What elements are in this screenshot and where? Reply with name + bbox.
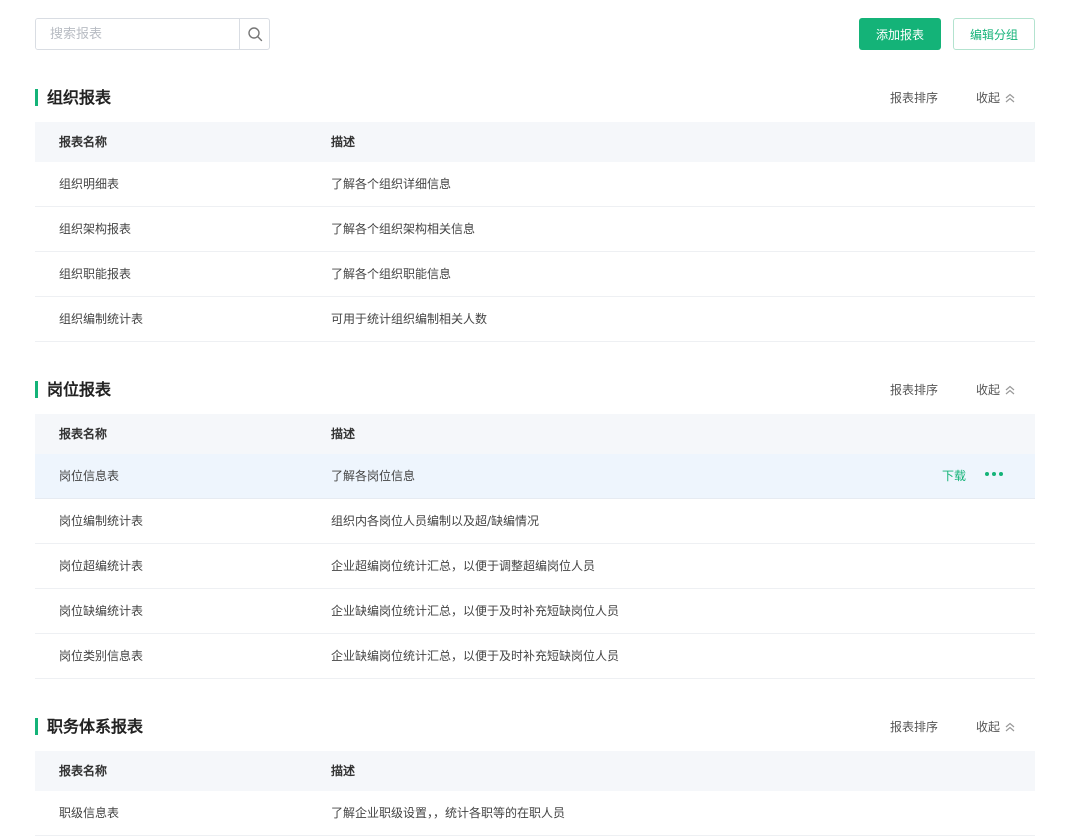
add-report-button[interactable]: 添加报表 <box>859 18 941 50</box>
report-description: 企业超编岗位统计汇总，以便于调整超编岗位人员 <box>331 559 596 573</box>
section-title: 职务体系报表 <box>47 717 144 736</box>
report-table: 报表名称 描述 组织明细表 了解各个组织详细信息 组织架构报表 了解各个组织架构… <box>35 122 1035 342</box>
section-header: 职务体系报表 报表排序 收起 <box>35 715 1035 739</box>
column-header-name: 报表名称 <box>59 427 108 441</box>
table-row-hovered[interactable]: 岗位信息表 了解各岗位信息 下载 <box>35 454 1035 499</box>
download-link[interactable]: 下载 <box>942 454 966 498</box>
report-description: 了解各个组织详细信息 <box>331 177 452 191</box>
section-accent-bar <box>35 381 38 398</box>
table-row[interactable]: 组织编制统计表 可用于统计组织编制相关人数 <box>35 297 1035 342</box>
report-sort-button[interactable]: 报表排序 <box>890 86 938 110</box>
report-name: 岗位缺编统计表 <box>59 604 144 618</box>
table-row[interactable]: 岗位缺编统计表 企业缺编岗位统计汇总，以便于及时补充短缺岗位人员 <box>35 589 1035 634</box>
report-description: 了解各个组织职能信息 <box>331 267 452 281</box>
report-name: 岗位信息表 <box>59 469 120 483</box>
section-accent-bar <box>35 718 38 735</box>
table-row[interactable]: 岗位超编统计表 企业超编岗位统计汇总，以便于调整超编岗位人员 <box>35 544 1035 589</box>
collapse-button[interactable]: 收起 <box>976 378 1016 402</box>
search-box <box>35 18 270 50</box>
report-description: 企业缺编岗位统计汇总，以便于及时补充短缺岗位人员 <box>331 649 620 663</box>
collapse-label: 收起 <box>976 91 1001 105</box>
toolbar: 添加报表 编辑分组 <box>35 18 1035 50</box>
collapse-label: 收起 <box>976 720 1001 734</box>
search-input[interactable] <box>36 19 240 49</box>
table-row[interactable]: 岗位类别信息表 企业缺编岗位统计汇总，以便于及时补充短缺岗位人员 <box>35 634 1035 679</box>
table-row[interactable]: 职级信息表 了解企业职级设置，，统计各职等的在职人员 <box>35 791 1035 836</box>
more-dots-icon[interactable] <box>985 472 1003 476</box>
search-button[interactable] <box>239 19 269 49</box>
section-title: 组织报表 <box>47 88 112 107</box>
report-description: 了解各个组织架构相关信息 <box>331 222 476 236</box>
section-header: 组织报表 报表排序 收起 <box>35 86 1035 110</box>
chevron-double-up-icon <box>1005 385 1015 395</box>
report-name: 组织架构报表 <box>59 222 132 236</box>
table-row[interactable]: 组织职能报表 了解各个组织职能信息 <box>35 252 1035 297</box>
table-header: 报表名称 描述 <box>35 414 1035 454</box>
section-job-system-reports: 职务体系报表 报表排序 收起 报表名称 描述 职级信息表 了解企业职级设置，，统… <box>35 715 1035 836</box>
section-header: 岗位报表 报表排序 收起 <box>35 378 1035 402</box>
report-description: 了解各岗位信息 <box>331 469 416 483</box>
report-table: 报表名称 描述 职级信息表 了解企业职级设置，，统计各职等的在职人员 <box>35 751 1035 836</box>
collapse-button[interactable]: 收起 <box>976 86 1016 110</box>
report-sort-button[interactable]: 报表排序 <box>890 378 938 402</box>
report-name: 岗位类别信息表 <box>59 649 144 663</box>
section-org-reports: 组织报表 报表排序 收起 报表名称 描述 组织明细表 了解各个组织详细信息 组织… <box>35 86 1035 342</box>
report-name: 岗位编制统计表 <box>59 514 144 528</box>
column-header-description: 描述 <box>331 135 356 149</box>
table-header: 报表名称 描述 <box>35 751 1035 791</box>
report-description: 组织内各岗位人员编制以及超/缺编情况 <box>331 514 540 528</box>
report-name: 组织编制统计表 <box>59 312 144 326</box>
collapse-button[interactable]: 收起 <box>976 715 1016 739</box>
table-header: 报表名称 描述 <box>35 122 1035 162</box>
column-header-description: 描述 <box>331 427 356 441</box>
table-row[interactable]: 组织明细表 了解各个组织详细信息 <box>35 162 1035 207</box>
report-name: 组织职能报表 <box>59 267 132 281</box>
edit-group-button[interactable]: 编辑分组 <box>953 18 1035 50</box>
report-name: 职级信息表 <box>59 806 120 820</box>
report-description: 企业缺编岗位统计汇总，以便于及时补充短缺岗位人员 <box>331 604 620 618</box>
table-row[interactable]: 组织架构报表 了解各个组织架构相关信息 <box>35 207 1035 252</box>
report-name: 岗位超编统计表 <box>59 559 144 573</box>
report-description: 可用于统计组织编制相关人数 <box>331 312 488 326</box>
section-title: 岗位报表 <box>47 380 112 399</box>
table-row[interactable]: 岗位编制统计表 组织内各岗位人员编制以及超/缺编情况 <box>35 499 1035 544</box>
report-sort-button[interactable]: 报表排序 <box>890 715 938 739</box>
report-table: 报表名称 描述 岗位信息表 了解各岗位信息 下载 岗位编制统计表 组织内各岗位人… <box>35 414 1035 679</box>
search-icon <box>247 27 262 42</box>
column-header-name: 报表名称 <box>59 764 108 778</box>
chevron-double-up-icon <box>1005 722 1015 732</box>
report-description: 了解企业职级设置，，统计各职等的在职人员 <box>331 806 566 820</box>
column-header-description: 描述 <box>331 764 356 778</box>
section-position-reports: 岗位报表 报表排序 收起 报表名称 描述 岗位信息表 了解各岗位信息 下载 岗位… <box>35 378 1035 679</box>
report-name: 组织明细表 <box>59 177 120 191</box>
chevron-double-up-icon <box>1005 93 1015 103</box>
column-header-name: 报表名称 <box>59 135 108 149</box>
section-accent-bar <box>35 89 38 106</box>
collapse-label: 收起 <box>976 383 1001 397</box>
